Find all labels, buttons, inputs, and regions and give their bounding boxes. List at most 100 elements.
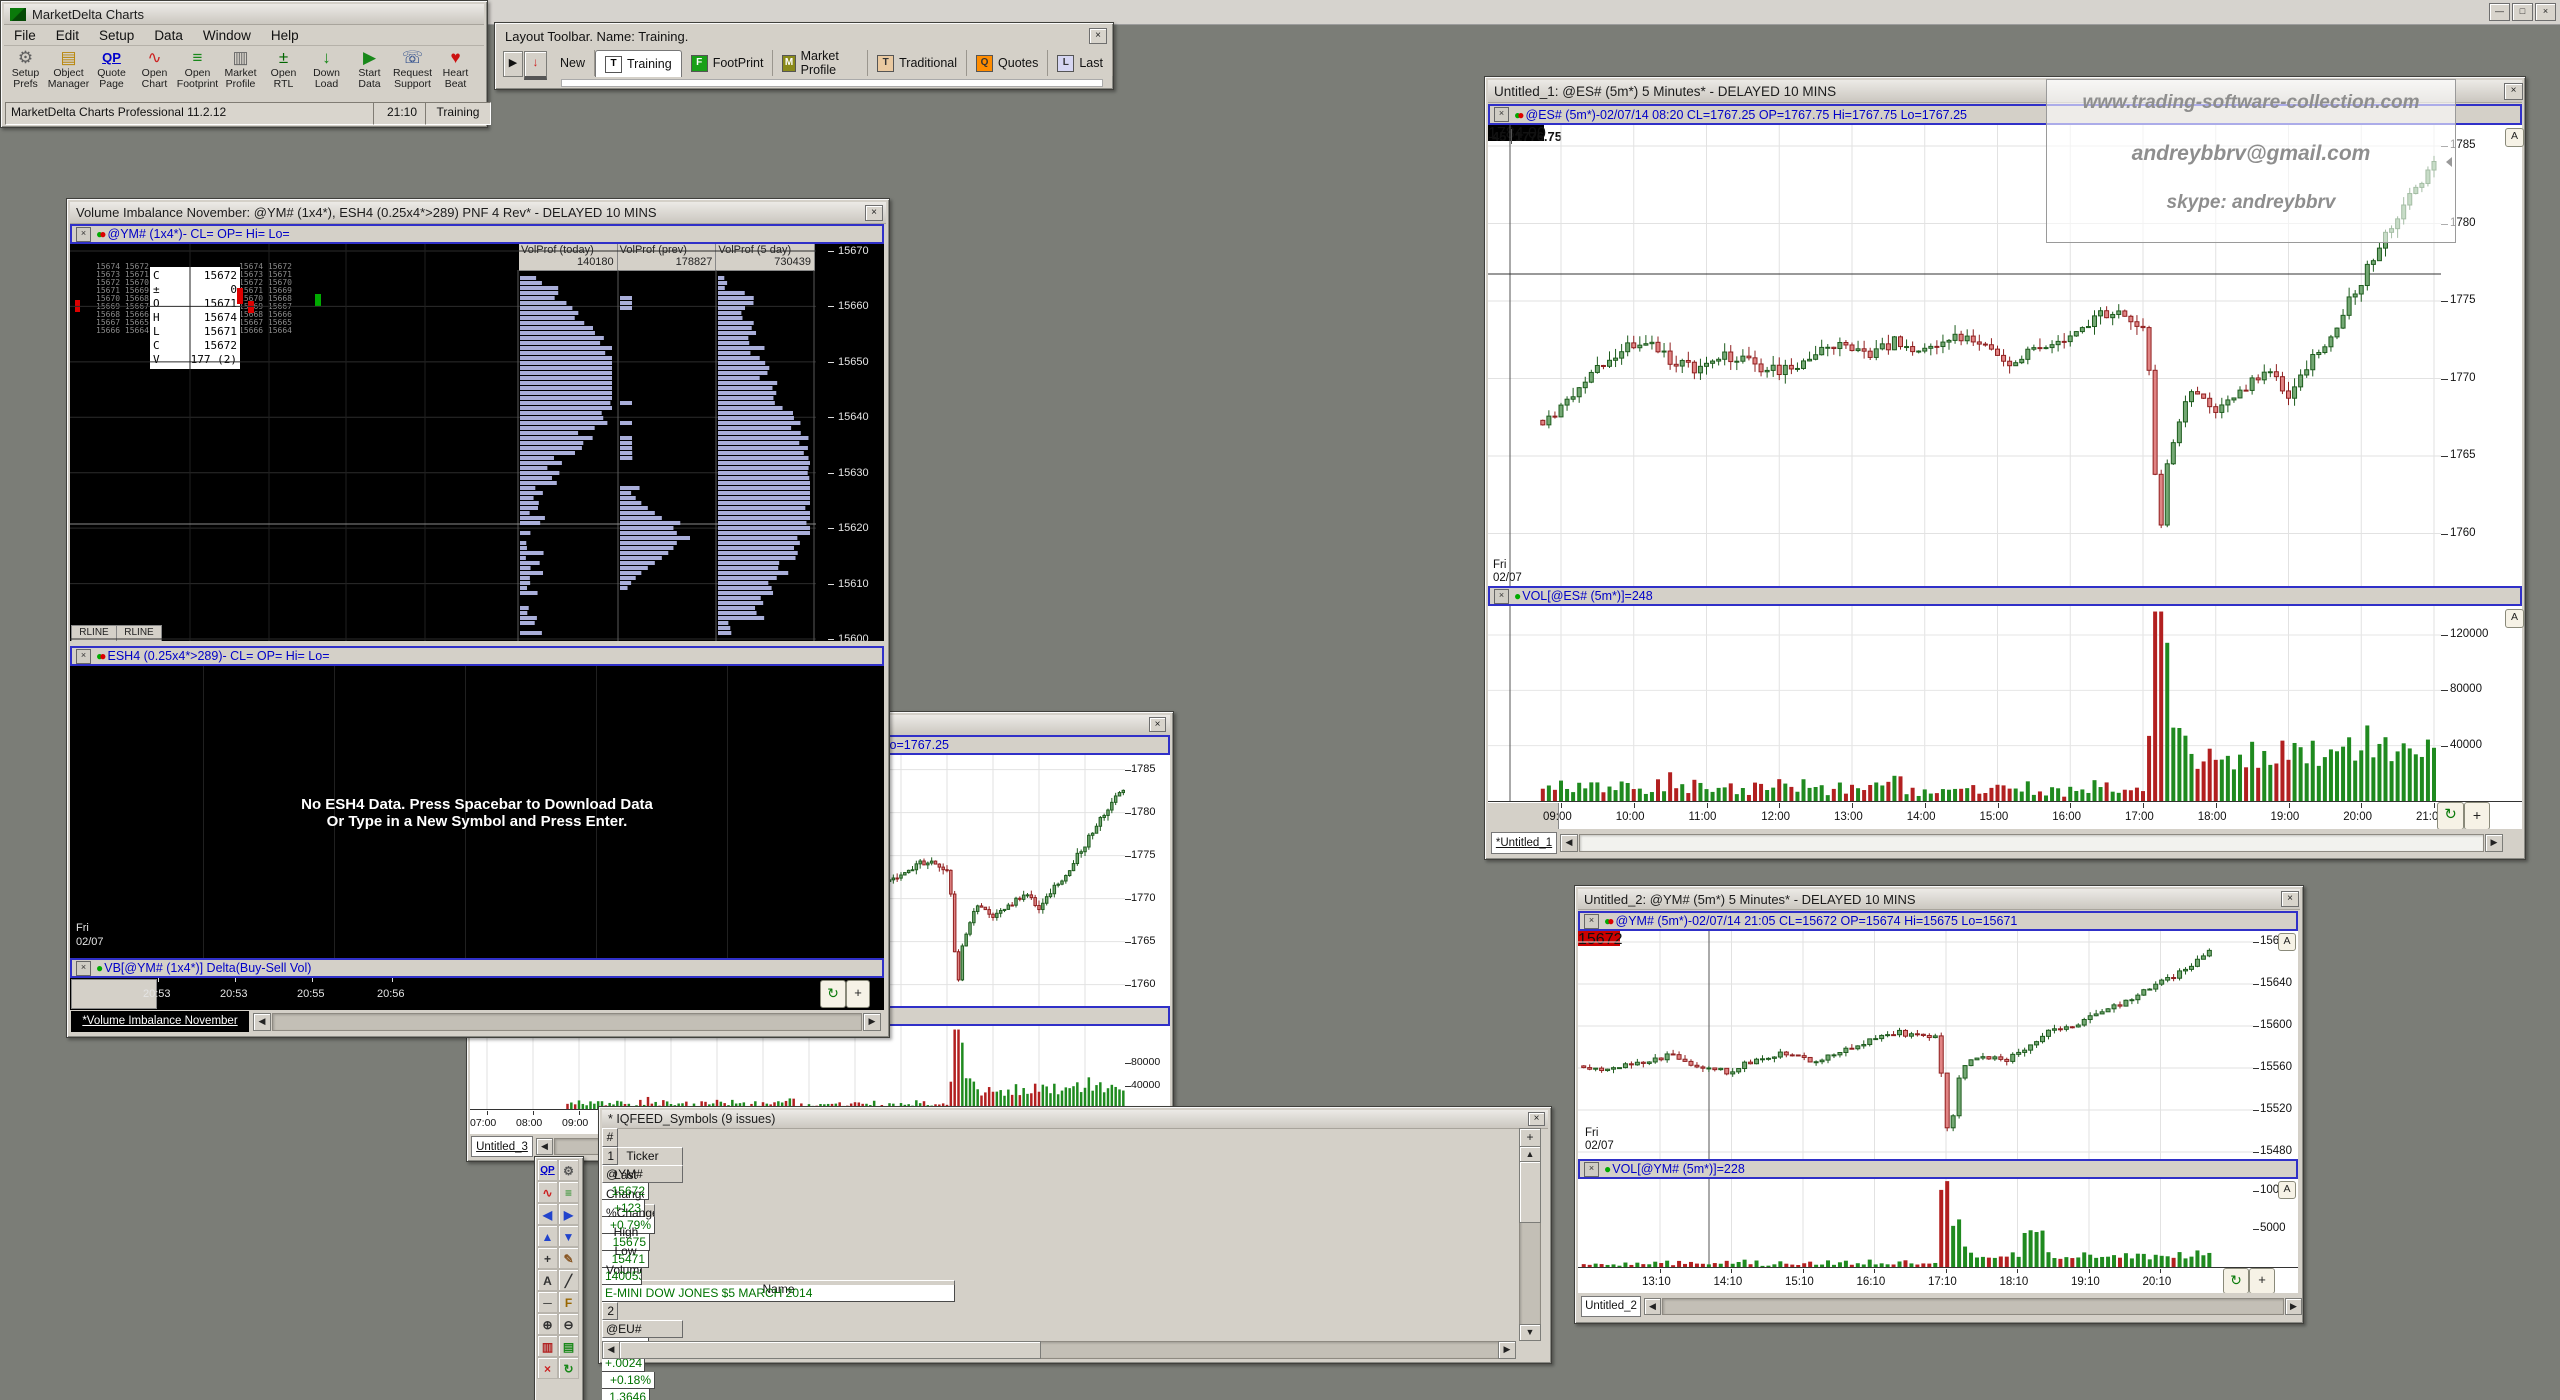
layout-tab-training[interactable]: TTraining [595,50,682,77]
scroll-left-icon[interactable]: ◀ [1644,1298,1661,1315]
quote-page-button[interactable]: QPQuotePage [90,46,133,99]
window-iqfeed-symbols[interactable]: * IQFEED_Symbols (9 issues) × #TickerLas… [598,1106,1552,1364]
add-pane-icon[interactable]: + [846,980,870,1008]
volume-pane[interactable]: 1200008000040000 [1488,606,2522,801]
horizontal-scrollbar[interactable] [1662,1298,2284,1315]
refresh-icon[interactable]: ↻ [2437,802,2464,830]
pan-left-icon[interactable]: ◀ [537,1203,558,1225]
menu-item-help[interactable]: Help [261,26,309,45]
crosshair-icon[interactable]: + [537,1247,558,1269]
layout-tab-quotes[interactable]: QQuotes [967,50,1048,76]
quote-page-icon[interactable]: QP [537,1159,558,1181]
tab-untitled3[interactable]: Untitled_3 [471,1136,533,1157]
pan-right-icon[interactable]: ▶ [558,1203,579,1225]
vertical-scrollbar-thumb[interactable] [1519,1161,1541,1223]
layout-tab-last[interactable]: LLast [1048,50,1113,76]
close-pane-icon[interactable]: × [1584,1162,1599,1177]
menu-item-data[interactable]: Data [144,26,193,45]
refresh-icon[interactable]: ↻ [2223,1268,2249,1294]
add-symbol-icon[interactable]: + [1519,1128,1541,1148]
zoom-out-icon[interactable]: ⊖ [558,1313,579,1335]
drawing-toolbar[interactable]: QP⚙∿≡◀▶▲▼+✎A╱─F⊕⊖▥▤×↻ [534,1156,584,1400]
close-pane-icon[interactable]: × [1494,589,1509,604]
window-marketdelta-main[interactable]: MarketDelta Charts FileEditSetupDataWind… [0,0,488,128]
scroll-down-icon[interactable]: ▼ [558,1225,579,1247]
refresh-icon[interactable]: ↻ [558,1357,579,1379]
scroll-left-icon[interactable]: ◀ [1560,834,1578,852]
close-icon[interactable]: × [2504,83,2523,100]
refresh-icon[interactable]: ↻ [820,980,846,1008]
scroll-left-icon[interactable]: ◀ [602,1341,620,1359]
tab-untitled2[interactable]: Untitled_2 [1581,1296,1641,1317]
restore-icon[interactable]: □ [2512,3,2533,21]
request-support-button[interactable]: ☏RequestSupport [391,46,434,99]
fibonacci-icon[interactable]: F [558,1291,579,1313]
price-pane[interactable]: 15680156401560015560155201548015672Fri02… [1578,931,2298,1159]
auto-scale-button[interactable]: A [2505,609,2524,628]
auto-scale-button[interactable]: A [2505,128,2524,147]
scroll-right-icon[interactable]: ▶ [1498,1341,1516,1359]
footprint-icon[interactable]: ≡ [558,1181,579,1203]
scroll-right-icon[interactable]: ▶ [2485,834,2503,852]
play-layout-icon[interactable]: ▶ [503,51,523,77]
layout-tab-traditional[interactable]: TTraditional [868,50,967,76]
menu-item-edit[interactable]: Edit [46,26,89,45]
close-icon[interactable]: × [1089,28,1107,44]
tab-untitled1[interactable]: *Untitled_1 [1491,832,1557,854]
auto-scale-button[interactable]: A [2278,933,2296,951]
scroll-left-icon[interactable]: ◀ [253,1013,271,1031]
close-pane-icon[interactable]: × [76,961,91,976]
delete-icon[interactable]: × [537,1357,558,1379]
text-tool-icon[interactable]: A [537,1269,558,1291]
menu-item-window[interactable]: Window [193,26,261,45]
horizontal-scrollbar[interactable] [1579,834,2484,852]
close-pane-icon[interactable]: × [76,649,91,664]
esh4-empty-pane[interactable]: No ESH4 Data. Press Spacebar to Download… [70,666,884,958]
close-pane-icon[interactable]: × [76,227,91,242]
pnf-volprof-pane[interactable]: VolProf (today)140180VolProf (prev)17882… [70,244,884,641]
auto-scale-button[interactable]: A [2278,1181,2296,1199]
market-profile-button[interactable]: ▥MarketProfile [219,46,262,99]
horizontal-scrollbar-thumb[interactable] [619,1341,1041,1359]
start-data-button[interactable]: ▶StartData [348,46,391,99]
horizontal-scrollbar[interactable] [272,1013,862,1031]
add-pane-icon[interactable]: + [2464,802,2490,830]
add-pane-icon[interactable]: + [2249,1268,2275,1294]
scroll-left-icon[interactable]: ◀ [536,1138,553,1155]
symbols-table[interactable]: #TickerLastChange%ChangeHighLowVolumeNam… [602,1128,1330,1400]
price-chart-icon[interactable]: ∿ [537,1181,558,1203]
close-icon[interactable]: × [2535,3,2556,21]
draw-pencil-icon[interactable]: ✎ [558,1247,579,1269]
window-layout-toolbar[interactable]: Layout Toolbar. Name: Training. × ▶ ↓ Ne… [494,22,1114,90]
close-pane-icon[interactable]: × [1584,914,1599,929]
minimize-icon[interactable]: — [2489,3,2510,21]
horizontal-line-icon[interactable]: ─ [537,1291,558,1313]
heart-beat-button[interactable]: ♥HeartBeat [434,46,477,99]
scroll-down-icon[interactable]: ▼ [1519,1324,1541,1341]
table-row[interactable]: 1@YM#15672+123+0.79%1567515471140053E-MI… [602,1147,1330,1302]
profile-icon[interactable]: ▤ [558,1335,579,1357]
window-untitled2[interactable]: Untitled_2: @YM# (5m*) 5 Minutes* - DELA… [1574,885,2304,1324]
layout-tab-new[interactable]: New [551,50,595,76]
trendline-icon[interactable]: ╱ [558,1269,579,1291]
tab-volume-imbalance[interactable]: *Volume Imbalance November [71,1011,249,1032]
layout-tab-footprint[interactable]: FFootPrint [682,50,774,76]
bar-stats-icon[interactable]: ▥ [537,1335,558,1357]
close-icon[interactable]: × [1528,1112,1545,1126]
close-icon[interactable]: × [865,205,883,221]
settings-icon[interactable]: ⚙ [558,1159,579,1181]
scroll-up-icon[interactable]: ▲ [537,1225,558,1247]
close-icon[interactable]: × [1149,717,1166,732]
menu-item-file[interactable]: File [4,26,46,45]
window-volume-imbalance[interactable]: Volume Imbalance November: @YM# (1x4*), … [66,198,890,1038]
menu-item-setup[interactable]: Setup [89,26,144,45]
scroll-right-icon[interactable]: ▶ [2285,1298,2302,1315]
zoom-in-icon[interactable]: ⊕ [537,1313,558,1335]
column-header[interactable]: # [602,1128,618,1147]
volume-pane[interactable]: 100005000A [1578,1179,2298,1267]
open-rtl-button[interactable]: ±OpenRTL [262,46,305,99]
layout-tab-market-profile[interactable]: MMarket Profile [773,50,868,76]
setup-prefs-button[interactable]: ⚙SetupPrefs [4,46,47,99]
volume-pane[interactable]: 8000040000 [470,1026,1170,1109]
open-footprint-button[interactable]: ≡OpenFootprint [176,46,219,99]
